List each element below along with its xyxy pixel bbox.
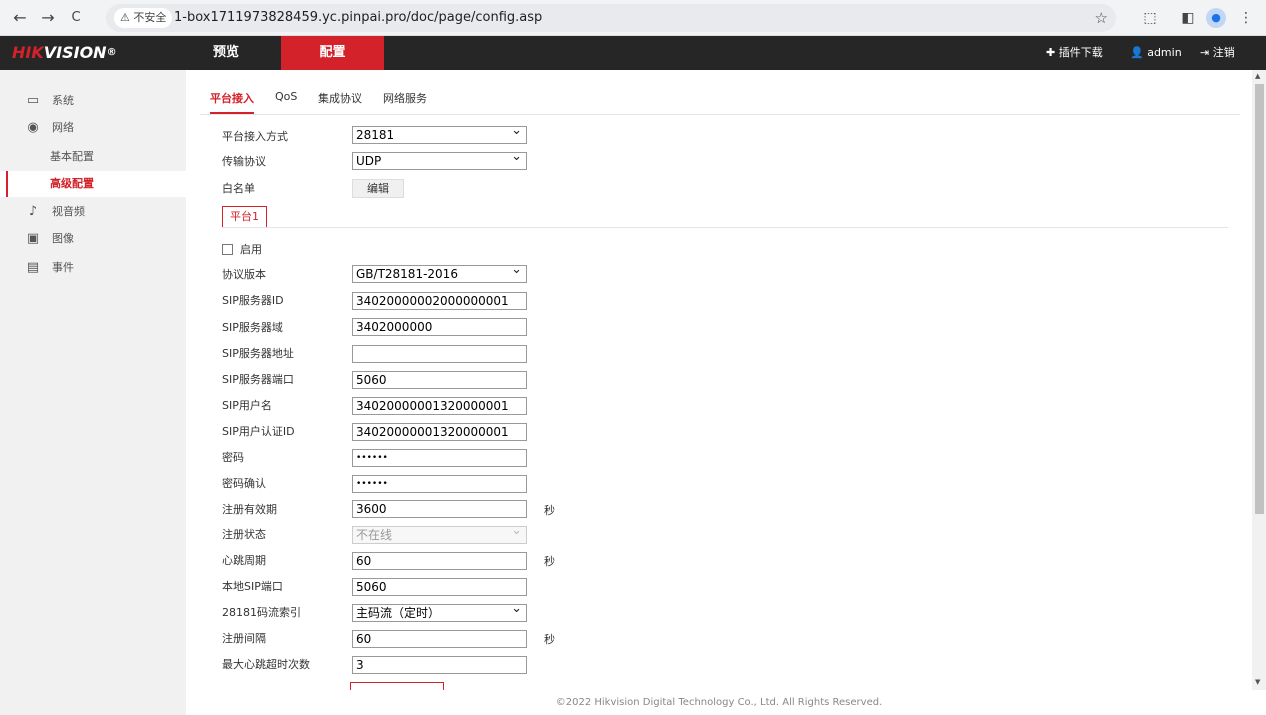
register-interval-input[interactable]: 60 [352,630,527,648]
max-heartbeat-timeout-input[interactable]: 3 [352,656,527,674]
reload-icon[interactable]: C [64,6,88,30]
sidebar-item-basic-config[interactable]: 基本配置 [0,144,186,170]
sip-username-input[interactable]: 34020000001320000001 [352,397,527,415]
tab-network-service[interactable]: 网络服务 [383,90,427,114]
calendar-icon: ▤ [26,260,40,275]
transport-label: 传输协议 [222,155,266,168]
scroll-up-icon[interactable]: ▲ [1255,72,1260,80]
sidebar-item-system[interactable]: ▭ 系统 [0,88,186,114]
globe-icon: ◉ [27,120,39,135]
divider [222,227,1228,228]
sidebar-item-advanced-config[interactable]: 高级配置 [0,171,186,197]
sip-server-domain-input[interactable]: 3402000000 [352,318,527,336]
sip-server-domain-label: SIP服务器域 [222,321,283,334]
sip-username-label: SIP用户名 [222,399,272,412]
tab-qos[interactable]: QoS [275,90,297,114]
logout-button[interactable]: ⇥ 注销 [1200,36,1235,70]
sip-server-port-label: SIP服务器端口 [222,373,294,386]
sip-server-address-input[interactable] [352,345,527,363]
enable-checkbox[interactable] [222,244,233,255]
tab-platform-access[interactable]: 平台接入 [210,90,254,114]
register-validity-label: 注册有效期 [222,503,277,516]
user-menu[interactable]: 👤 admin [1130,36,1182,70]
heartbeat-period-label: 心跳周期 [222,554,266,567]
local-sip-port-input[interactable]: 5060 [352,578,527,596]
heartbeat-period-input[interactable]: 60 [352,552,527,570]
heartbeat-period-unit: 秒 [544,555,555,568]
register-validity-input[interactable]: 3600 [352,500,527,518]
register-validity-unit: 秒 [544,504,555,517]
tab-platform-1[interactable]: 平台1 [222,206,267,228]
plugin-download-button[interactable]: ✚ 插件下载 [1046,36,1103,70]
sip-auth-id-label: SIP用户认证ID [222,425,295,438]
hikvision-logo: HIKVISION® [12,43,117,62]
side-panel-icon[interactable]: ◧ [1178,8,1198,28]
address-bar[interactable]: ⚠ 不安全 1-box1711973828459.yc.pinpai.pro/d… [106,4,1116,32]
sip-server-address-label: SIP服务器地址 [222,347,294,360]
access-method-select[interactable]: 28181 [352,123,527,144]
footer-copyright: ©2022 Hikvision Digital Technology Co., … [186,690,1252,715]
tab-integration-protocol[interactable]: 集成协议 [318,90,362,114]
sip-server-id-input[interactable]: 34020000002000000001 [352,292,527,310]
sip-server-id-label: SIP服务器ID [222,294,284,307]
tab-config[interactable]: 配置 [281,36,384,70]
stream-index-select[interactable]: 主码流（定时） [352,601,527,622]
sidebar-item-audio-video[interactable]: ♪ 视音频 [0,199,186,225]
url-text[interactable]: 1-box1711973828459.yc.pinpai.pro/doc/pag… [174,4,542,32]
main-content: 平台接入 QoS 集成协议 网络服务 平台接入方式 28181 传输协议 UDP… [200,70,1252,715]
scroll-down-icon[interactable]: ▼ [1255,678,1260,686]
menu-icon[interactable]: ⋮ [1236,8,1256,28]
password-confirm-label: 密码确认 [222,477,266,490]
extensions-icon[interactable]: ⬚ [1140,8,1160,28]
password-input[interactable]: •••••• [352,449,527,467]
sidebar-item-event[interactable]: ▤ 事件 [0,255,186,281]
local-sip-port-label: 本地SIP端口 [222,580,283,593]
vertical-scrollbar[interactable]: ▲ ▼ [1252,70,1266,690]
tab-preview[interactable]: 预览 [195,36,257,70]
protocol-version-label: 协议版本 [222,268,266,281]
bookmark-star-icon[interactable]: ☆ [1095,8,1108,28]
forward-icon[interactable]: → [36,6,60,30]
max-heartbeat-timeout-label: 最大心跳超时次数 [222,658,310,671]
security-warning[interactable]: ⚠ 不安全 [114,8,173,28]
user-icon: 👤 [1130,46,1144,59]
logout-icon: ⇥ [1200,46,1210,59]
whitelist-edit-button[interactable]: 编辑 [352,179,404,198]
register-interval-label: 注册间隔 [222,632,266,645]
transport-select[interactable]: UDP [352,149,527,170]
image-icon: ▣ [26,231,40,246]
register-status-select: 不在线 [352,523,527,544]
top-nav: HIKVISION® 预览 配置 ✚ 插件下载 👤 admin ⇥ 注销 [0,36,1266,70]
monitor-icon: ▭ [26,93,40,108]
profile-avatar[interactable]: ● [1206,8,1226,28]
register-status-label: 注册状态 [222,528,266,541]
stream-index-label: 28181码流索引 [222,606,301,619]
back-icon[interactable]: ← [8,6,32,30]
password-label: 密码 [222,451,244,464]
register-interval-unit: 秒 [544,633,555,646]
sidebar: ▭ 系统 ◉ 网络 基本配置 高级配置 ♪ 视音频 ▣ 图像 ▤ 事件 [0,70,186,715]
password-confirm-input[interactable]: •••••• [352,475,527,493]
sip-auth-id-input[interactable]: 34020000001320000001 [352,423,527,441]
whitelist-label: 白名单 [222,182,255,195]
sip-server-port-input[interactable]: 5060 [352,371,527,389]
browser-toolbar: ← → C ⚠ 不安全 1-box1711973828459.yc.pinpai… [0,0,1266,36]
protocol-version-select[interactable]: GB/T28181-2016 [352,262,527,283]
access-method-label: 平台接入方式 [222,130,288,143]
scrollbar-thumb[interactable] [1255,84,1264,514]
enable-label: 启用 [240,243,262,256]
sidebar-item-image[interactable]: ▣ 图像 [0,226,186,252]
audio-video-icon: ♪ [28,204,38,219]
puzzle-icon: ✚ [1046,46,1056,59]
config-tabs: 平台接入 QoS 集成协议 网络服务 [200,70,1240,115]
sidebar-item-network[interactable]: ◉ 网络 [0,115,186,141]
